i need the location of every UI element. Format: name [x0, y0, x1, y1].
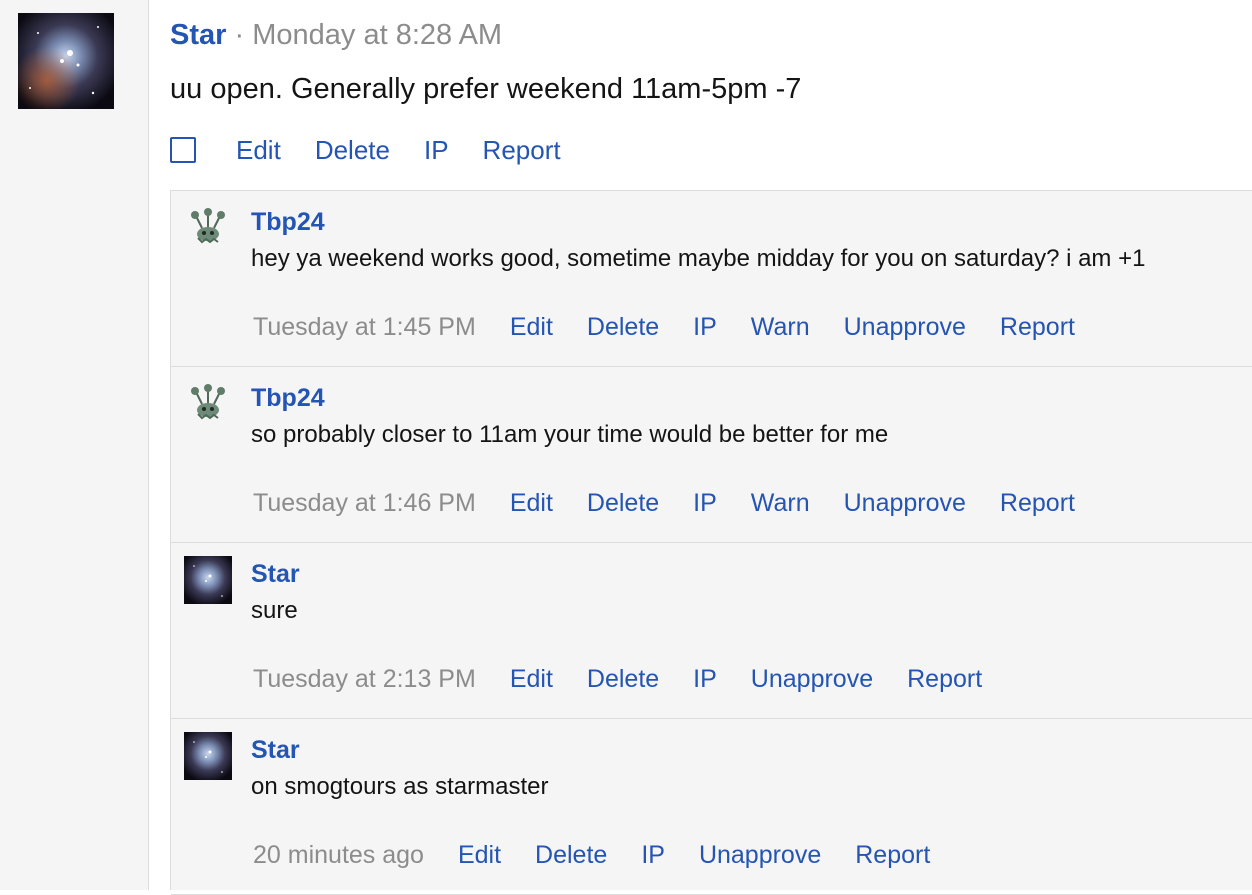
comment-item: Tbp24 hey ya weekend works good, sometim… [171, 191, 1252, 367]
ip-button[interactable]: IP [693, 665, 717, 694]
ip-button[interactable]: IP [693, 313, 717, 342]
comment-author-link[interactable]: Star [251, 559, 300, 589]
comment-author-link[interactable]: Star [251, 735, 300, 765]
comments-list: Tbp24 hey ya weekend works good, sometim… [170, 190, 1252, 895]
post-author-link[interactable]: Star [170, 19, 226, 51]
unapprove-button[interactable]: Unapprove [699, 841, 821, 870]
nebula-avatar-icon [18, 13, 114, 109]
edit-button[interactable]: Edit [458, 841, 501, 870]
select-post-checkbox[interactable] [170, 137, 196, 163]
ip-button[interactable]: IP [424, 135, 449, 166]
edit-button[interactable]: Edit [510, 489, 553, 518]
comment-time[interactable]: Tuesday at 2:13 PM [253, 665, 476, 694]
ip-button[interactable]: IP [641, 841, 665, 870]
warn-button[interactable]: Warn [751, 313, 810, 342]
nebula-avatar-icon [184, 556, 232, 604]
comment-text: sure [251, 597, 298, 624]
edit-button[interactable]: Edit [510, 313, 553, 342]
avatar[interactable] [184, 556, 232, 604]
delete-button[interactable]: Delete [587, 665, 659, 694]
unapprove-button[interactable]: Unapprove [751, 665, 873, 694]
unapprove-button[interactable]: Unapprove [844, 313, 966, 342]
post-message: uu open. Generally prefer weekend 11am-5… [170, 73, 802, 105]
edit-button[interactable]: Edit [510, 665, 553, 694]
comment-time[interactable]: Tuesday at 1:46 PM [253, 489, 476, 518]
delete-button[interactable]: Delete [315, 135, 390, 166]
avatar[interactable] [184, 380, 232, 428]
post-main: Star · Monday at 8:28 AM uu open. Genera… [170, 0, 1252, 895]
report-button[interactable]: Report [1000, 313, 1075, 342]
comment-text: so probably closer to 11am your time wou… [251, 421, 889, 448]
comment-time[interactable]: 20 minutes ago [253, 841, 424, 870]
delete-button[interactable]: Delete [587, 313, 659, 342]
post-actions: Edit Delete IP Report [170, 133, 595, 167]
avatar[interactable] [184, 204, 232, 252]
delete-button[interactable]: Delete [535, 841, 607, 870]
ghost-creature-icon [184, 380, 232, 428]
ghost-creature-icon [184, 204, 232, 252]
post-date[interactable]: Monday at 8:28 AM [252, 19, 502, 51]
comment-author-link[interactable]: Tbp24 [251, 383, 325, 413]
report-button[interactable]: Report [483, 135, 561, 166]
ip-button[interactable]: IP [693, 489, 717, 518]
comment-actions: Tuesday at 1:46 PM Edit Delete IP Warn U… [253, 485, 1109, 521]
avatar[interactable] [184, 732, 232, 780]
comment-actions: Tuesday at 2:13 PM Edit Delete IP Unappr… [253, 661, 1016, 697]
nebula-avatar-icon [184, 732, 232, 780]
post-header: Star · Monday at 8:28 AM [170, 18, 502, 52]
comment-text: hey ya weekend works good, sometime mayb… [251, 245, 1146, 272]
left-gutter [0, 0, 149, 890]
report-button[interactable]: Report [855, 841, 930, 870]
comment-item: Star sure Tuesday at 2:13 PM Edit Delete… [171, 543, 1252, 719]
unapprove-button[interactable]: Unapprove [844, 489, 966, 518]
comment-item: Star on smogtours as starmaster 20 minut… [171, 719, 1252, 895]
report-button[interactable]: Report [1000, 489, 1075, 518]
edit-button[interactable]: Edit [236, 135, 281, 166]
comment-author-link[interactable]: Tbp24 [251, 207, 325, 237]
comment-actions: 20 minutes ago Edit Delete IP Unapprove … [253, 837, 964, 873]
avatar[interactable] [18, 13, 114, 109]
comment-time[interactable]: Tuesday at 1:45 PM [253, 313, 476, 342]
delete-button[interactable]: Delete [587, 489, 659, 518]
header-separator: · [234, 19, 245, 51]
comment-text: on smogtours as starmaster [251, 773, 549, 800]
comment-item: Tbp24 so probably closer to 11am your ti… [171, 367, 1252, 543]
report-button[interactable]: Report [907, 665, 982, 694]
warn-button[interactable]: Warn [751, 489, 810, 518]
comment-actions: Tuesday at 1:45 PM Edit Delete IP Warn U… [253, 309, 1109, 345]
